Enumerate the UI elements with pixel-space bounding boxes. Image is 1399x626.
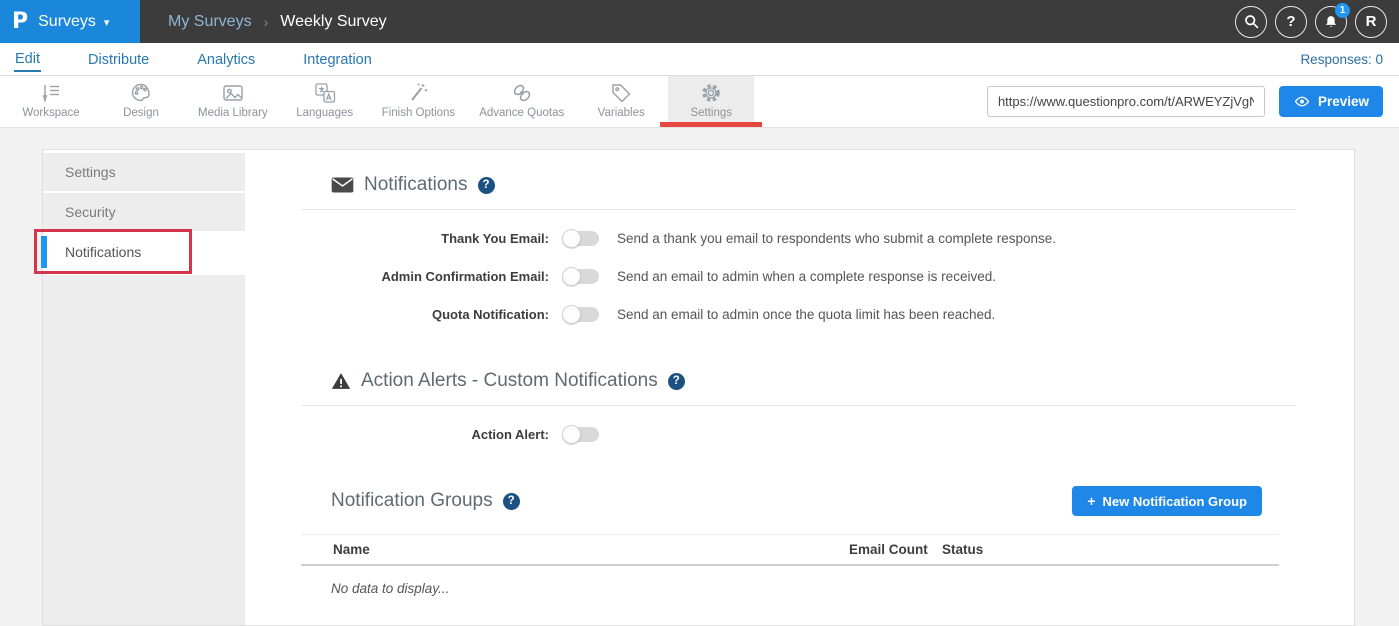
avatar-letter: R xyxy=(1366,13,1377,30)
tab-edit[interactable]: Edit xyxy=(14,46,41,72)
action-alert-toggle[interactable] xyxy=(563,427,599,442)
tab-integration[interactable]: Integration xyxy=(302,47,373,71)
envelope-icon xyxy=(331,177,354,193)
notifications-button[interactable]: 1 xyxy=(1315,6,1347,38)
column-header-name: Name xyxy=(301,542,849,557)
help-button[interactable]: ? xyxy=(1275,6,1307,38)
search-icon xyxy=(1243,13,1260,30)
question-mark-icon: ? xyxy=(1286,13,1295,30)
toolbar-settings[interactable]: Settings xyxy=(668,76,754,122)
preview-button[interactable]: Preview xyxy=(1279,86,1383,117)
breadcrumb-my-surveys[interactable]: My Surveys xyxy=(168,13,252,31)
quota-notification-label: Quota Notification: xyxy=(301,307,549,322)
settings-sidebar: Settings Security Notifications xyxy=(43,150,245,625)
settings-card: Settings Security Notifications Notif xyxy=(42,149,1355,626)
image-icon xyxy=(220,80,246,106)
design-palette-icon xyxy=(128,80,154,106)
section-title-notification-groups: Notification Groups xyxy=(331,490,493,512)
top-bar: P Surveys ▾ My Surveys › Weekly Survey ?… xyxy=(0,0,1399,43)
settings-page: Settings Security Notifications Notif xyxy=(0,128,1399,626)
responses-count[interactable]: Responses: 0 xyxy=(1300,52,1383,67)
translate-icon xyxy=(312,80,338,106)
sidebar-item-notifications[interactable]: Notifications xyxy=(43,233,245,271)
notification-groups-table: Name Email Count Status No data to displ… xyxy=(301,534,1279,596)
magic-wand-icon xyxy=(405,80,431,106)
quota-notification-toggle[interactable] xyxy=(563,307,599,322)
eye-icon xyxy=(1293,95,1311,108)
breadcrumb-current-survey: Weekly Survey xyxy=(280,13,386,31)
tab-analytics[interactable]: Analytics xyxy=(196,47,256,71)
section-divider xyxy=(301,405,1296,406)
quota-notification-description: Send an email to admin once the quota li… xyxy=(617,307,995,322)
notifications-help-icon[interactable]: ? xyxy=(478,177,495,194)
quota-notification-row: Quota Notification: Send an email to adm… xyxy=(301,304,1296,324)
survey-url-input[interactable] xyxy=(987,86,1265,117)
active-indicator-bar xyxy=(41,236,47,268)
thank-you-email-toggle[interactable] xyxy=(563,231,599,246)
search-button[interactable] xyxy=(1235,6,1267,38)
empty-state-text: No data to display... xyxy=(301,581,1279,596)
admin-confirmation-email-description: Send an email to admin when a complete r… xyxy=(617,269,996,284)
toolbar-variables[interactable]: Variables xyxy=(578,76,664,122)
breadcrumb: My Surveys › Weekly Survey xyxy=(168,0,387,43)
section-title-action-alerts: Action Alerts - Custom Notifications xyxy=(361,370,658,392)
toolbar-advance-quotas[interactable]: Advance Quotas xyxy=(469,76,574,122)
table-header-row: Name Email Count Status xyxy=(301,534,1279,566)
plus-icon: + xyxy=(1087,493,1095,509)
column-header-status: Status xyxy=(942,542,1279,557)
toolbar-design[interactable]: Design xyxy=(98,76,184,122)
sidebar-item-security[interactable]: Security xyxy=(43,193,245,231)
product-label: Surveys xyxy=(38,13,96,31)
admin-confirmation-email-toggle[interactable] xyxy=(563,269,599,284)
tab-distribute[interactable]: Distribute xyxy=(87,47,150,71)
gear-icon xyxy=(698,80,724,106)
sidebar-filler xyxy=(43,275,245,625)
action-alerts-help-icon[interactable]: ? xyxy=(668,373,685,390)
edit-toolbar: Workspace Design Media Library Languages… xyxy=(0,76,1399,128)
chain-link-icon xyxy=(509,80,535,106)
chevron-down-icon: ▾ xyxy=(104,16,110,29)
admin-confirmation-email-label: Admin Confirmation Email: xyxy=(301,269,549,284)
thank-you-email-row: Thank You Email: Send a thank you email … xyxy=(301,228,1296,248)
questionpro-logo: P xyxy=(12,9,28,34)
workspace-icon xyxy=(38,80,64,106)
toolbar-finish-options[interactable]: Finish Options xyxy=(372,76,466,122)
action-alert-label: Action Alert: xyxy=(301,427,549,442)
user-avatar[interactable]: R xyxy=(1355,6,1387,38)
toolbar-languages[interactable]: Languages xyxy=(282,76,368,122)
thank-you-email-description: Send a thank you email to respondents wh… xyxy=(617,231,1056,246)
surveys-product-menu[interactable]: P Surveys ▾ xyxy=(0,0,140,43)
new-notification-group-button[interactable]: + New Notification Group xyxy=(1072,486,1262,516)
sidebar-item-settings[interactable]: Settings xyxy=(43,153,245,191)
tag-icon xyxy=(608,80,634,106)
notification-groups-help-icon[interactable]: ? xyxy=(503,493,520,510)
column-header-email-count: Email Count xyxy=(849,542,942,557)
warning-triangle-icon xyxy=(331,372,351,390)
survey-nav: Edit Distribute Analytics Integration Re… xyxy=(0,43,1399,76)
section-title-notifications: Notifications xyxy=(364,174,468,196)
thank-you-email-label: Thank You Email: xyxy=(301,231,549,246)
section-divider xyxy=(301,209,1296,210)
action-alert-row: Action Alert: xyxy=(301,424,1296,444)
toolbar-media-library[interactable]: Media Library xyxy=(188,76,278,122)
admin-confirmation-email-row: Admin Confirmation Email: Send an email … xyxy=(301,266,1296,286)
toolbar-workspace[interactable]: Workspace xyxy=(8,76,94,122)
notifications-panel: Notifications ? Thank You Email: Send a … xyxy=(245,150,1354,625)
breadcrumb-separator-icon: › xyxy=(264,14,269,30)
settings-highlight-underline xyxy=(660,122,762,127)
notification-count-badge: 1 xyxy=(1335,3,1350,18)
